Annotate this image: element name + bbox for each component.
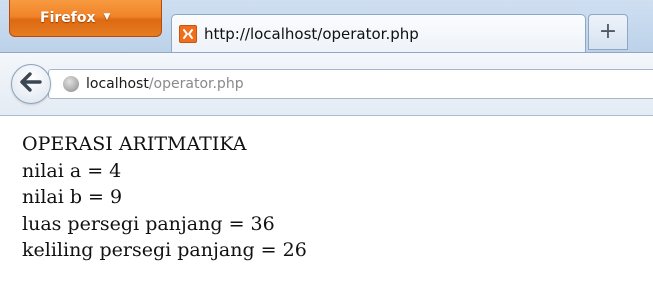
globe-icon: [63, 76, 79, 92]
value-a-line: nilai a = 4: [22, 159, 122, 182]
back-button[interactable]: [11, 64, 51, 104]
url-host: localhost: [86, 76, 149, 92]
tab-operator[interactable]: http://localhost/operator.php: [171, 14, 586, 52]
firefox-menu-button[interactable]: Firefox ▼: [9, 0, 162, 37]
plus-icon: +: [598, 19, 618, 44]
new-tab-button[interactable]: +: [588, 14, 628, 50]
area-line: luas persegi panjang = 36: [22, 212, 275, 235]
dropdown-arrow-icon: ▼: [103, 12, 111, 22]
xampp-icon: [179, 24, 197, 43]
tab-title: http://localhost/operator.php: [204, 24, 419, 43]
value-b-line: nilai b = 9: [22, 186, 123, 208]
page-heading: OPERASI ARITMATIKA: [22, 133, 247, 155]
navigation-toolbar: localhost/operator.php: [0, 52, 653, 116]
url-text: localhost/operator.php: [86, 76, 244, 92]
page-content: OPERASI ARITMATIKA nilai a = 4 nilai b =…: [22, 131, 642, 264]
url-bar[interactable]: localhost/operator.php: [48, 69, 653, 99]
perimeter-line: keliling persegi panjang = 26: [22, 239, 307, 261]
back-arrow-icon: [20, 72, 42, 96]
tab-strip: Firefox ▼ http://localhost/operator.php …: [0, 0, 653, 52]
firefox-menu-label: Firefox: [40, 10, 96, 26]
browser-window: Firefox ▼ http://localhost/operator.php …: [0, 0, 653, 292]
url-path: /operator.php: [148, 76, 244, 92]
